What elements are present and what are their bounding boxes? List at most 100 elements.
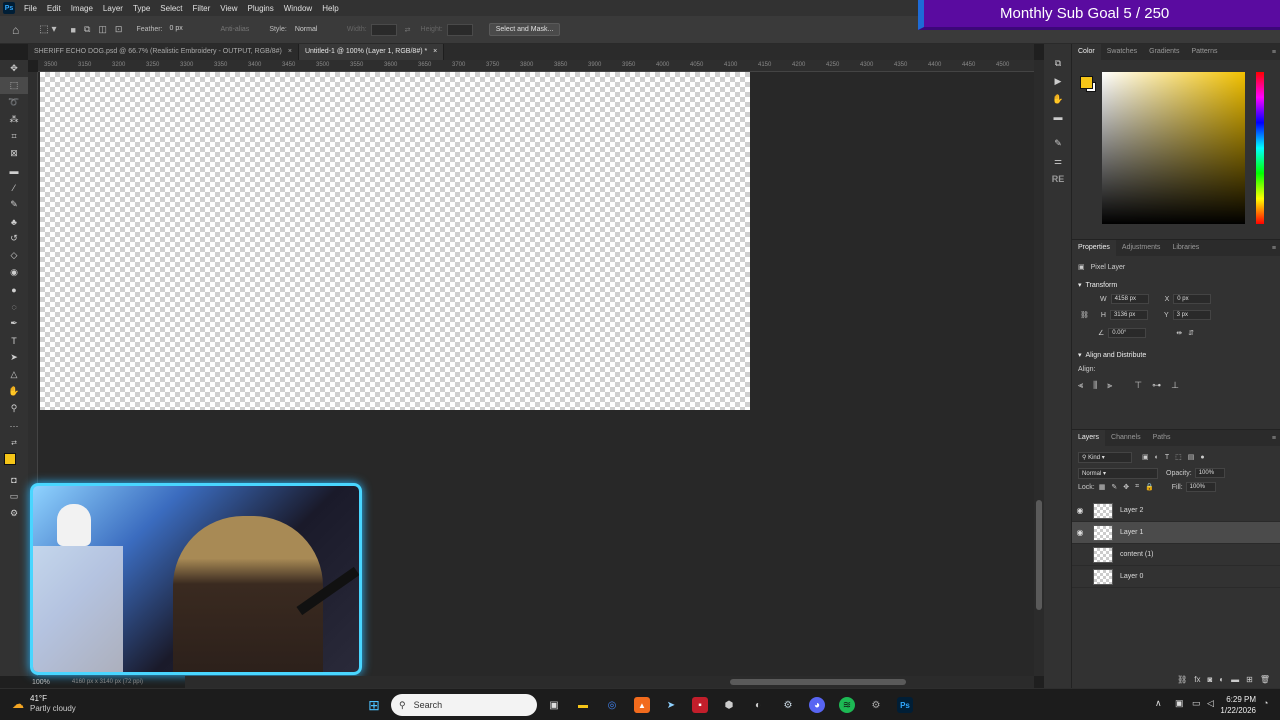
- tab-patterns[interactable]: Patterns: [1185, 44, 1223, 60]
- tab-libraries[interactable]: Libraries: [1166, 240, 1205, 256]
- filter-toggle-icon[interactable]: ●: [1200, 454, 1204, 461]
- quick-mask-icon[interactable]: ◘: [0, 471, 28, 488]
- dodge-tool-icon[interactable]: ◌: [0, 298, 28, 315]
- height-input[interactable]: [446, 23, 473, 36]
- lock-pixels-icon[interactable]: ✎: [1111, 483, 1117, 491]
- path-selection-tool-icon[interactable]: ➤: [0, 349, 28, 366]
- adjust-icon[interactable]: ⚌: [1044, 152, 1072, 170]
- layer-row[interactable]: ◉ Layer 2: [1072, 500, 1280, 522]
- color-swatches[interactable]: [0, 451, 28, 471]
- menu-image[interactable]: Image: [66, 4, 98, 13]
- swap-colors-icon[interactable]: ⇄: [0, 434, 28, 451]
- eyedropper-tool-icon[interactable]: ⁄: [0, 179, 28, 196]
- link-layers-icon[interactable]: ⛓: [1177, 675, 1187, 684]
- swap-dimensions-icon[interactable]: ⇄: [405, 26, 411, 34]
- comments-icon[interactable]: ▬: [1044, 108, 1072, 126]
- add-mask-icon[interactable]: ◙: [1207, 675, 1212, 684]
- select-and-mask-button[interactable]: Select and Mask...: [488, 23, 561, 36]
- eraser-tool-icon[interactable]: ◇: [0, 247, 28, 264]
- link-icon[interactable]: ⛓: [1080, 311, 1089, 319]
- add-selection-icon[interactable]: ⧉: [84, 24, 90, 35]
- flip-vertical-icon[interactable]: ⇵: [1188, 329, 1194, 337]
- frame-tool-icon[interactable]: ⊠: [0, 145, 28, 162]
- transform-section[interactable]: ▾ Transform: [1072, 278, 1280, 292]
- document-canvas[interactable]: [40, 72, 750, 410]
- brush-tool-icon[interactable]: ✎: [0, 196, 28, 213]
- antialias-checkbox[interactable]: Anti-alias: [221, 26, 250, 33]
- width-field[interactable]: 4158 px: [1110, 294, 1149, 304]
- history-brush-tool-icon[interactable]: ↺: [0, 230, 28, 247]
- style-select[interactable]: Normal: [290, 23, 337, 36]
- layer-row[interactable]: content (1): [1072, 544, 1280, 566]
- rectangular-marquee-tool-icon[interactable]: ⬚: [0, 77, 28, 94]
- filter-shape-icon[interactable]: ⬚: [1175, 453, 1182, 461]
- brush-settings-icon[interactable]: ✎: [1044, 134, 1072, 152]
- new-group-icon[interactable]: ▬: [1231, 675, 1239, 684]
- tray-app-icon[interactable]: ▣: [1175, 698, 1184, 709]
- tab-paths[interactable]: Paths: [1147, 430, 1177, 446]
- tab-untitled-1[interactable]: Untitled-1 @ 100% (Layer 1, RGB/8#) * ×: [298, 44, 445, 60]
- layer-name[interactable]: content (1): [1120, 551, 1153, 558]
- crop-tool-icon[interactable]: ⌗: [0, 128, 28, 145]
- panel-menu-icon[interactable]: ≡: [1272, 49, 1276, 56]
- zoom-tool-icon[interactable]: ⚲: [0, 400, 28, 417]
- lock-all-icon[interactable]: 🔒: [1145, 483, 1154, 491]
- taskbar-search[interactable]: ⚲ Search: [391, 694, 537, 716]
- new-layer-icon[interactable]: ⊞: [1246, 675, 1253, 684]
- app-gear-icon[interactable]: ⚙: [868, 697, 884, 713]
- photoshop-logo-icon[interactable]: Ps: [3, 2, 15, 14]
- lock-position-icon[interactable]: ✥: [1123, 483, 1129, 491]
- intersect-selection-icon[interactable]: ⊡: [115, 24, 123, 35]
- tray-chevron-icon[interactable]: ∧: [1155, 698, 1162, 709]
- lock-artboard-icon[interactable]: ⌗: [1135, 483, 1139, 491]
- discord-icon[interactable]: ◕: [809, 697, 825, 713]
- subtract-selection-icon[interactable]: ◫: [98, 24, 107, 35]
- vertical-scroll-thumb[interactable]: [1036, 500, 1042, 610]
- layer-filter-select[interactable]: ⚲ Kind ▾: [1078, 451, 1132, 463]
- menu-plugins[interactable]: Plugins: [243, 4, 279, 13]
- weather-widget[interactable]: ☁ 41°F Partly cloudy: [12, 694, 76, 714]
- width-input[interactable]: [370, 23, 397, 36]
- actions-play-icon[interactable]: ▶: [1044, 72, 1072, 90]
- feather-input[interactable]: 0 px: [167, 24, 201, 36]
- layer-row-selected[interactable]: ◉ Layer 1: [1072, 522, 1280, 544]
- blur-tool-icon[interactable]: ●: [0, 281, 28, 298]
- layer-name[interactable]: Layer 1: [1120, 529, 1143, 536]
- filter-adjustment-icon[interactable]: ◐: [1155, 454, 1159, 461]
- menu-select[interactable]: Select: [155, 4, 187, 13]
- tab-adjustments[interactable]: Adjustments: [1116, 240, 1167, 256]
- align-section[interactable]: ▾ Align and Distribute: [1072, 348, 1280, 362]
- align-left-icon[interactable]: ⫷: [1078, 380, 1083, 391]
- menu-layer[interactable]: Layer: [98, 4, 128, 13]
- paint-bucket-tool-icon[interactable]: ◉: [0, 264, 28, 281]
- generative-icon[interactable]: ⚙: [0, 505, 28, 522]
- clock[interactable]: 6:29 PM 1/22/2026: [1212, 694, 1256, 716]
- lasso-tool-icon[interactable]: ➰: [0, 94, 28, 111]
- menu-type[interactable]: Type: [128, 4, 155, 13]
- re-plugin-icon[interactable]: RE: [1044, 170, 1072, 188]
- tab-sheriff-echo-dog[interactable]: SHERIFF ECHO DOG.psd @ 66.7% (Realistic …: [28, 44, 299, 60]
- menu-filter[interactable]: Filter: [188, 4, 216, 13]
- photoshop-taskbar-icon[interactable]: Ps: [897, 697, 913, 713]
- hand-tool-icon[interactable]: ✋: [0, 383, 28, 400]
- panel-menu-icon[interactable]: ≡: [1272, 435, 1276, 442]
- glyphs-icon[interactable]: ✋: [1044, 90, 1072, 108]
- lock-transparent-icon[interactable]: ▦: [1099, 483, 1106, 491]
- app-cube-icon[interactable]: ⬢: [721, 697, 737, 713]
- delete-layer-icon[interactable]: 🗑: [1260, 675, 1270, 684]
- align-middle-icon[interactable]: ⊶: [1152, 380, 1161, 391]
- filter-type-icon[interactable]: T: [1165, 454, 1169, 461]
- foreground-color-swatch[interactable]: [4, 453, 16, 465]
- spotify-icon[interactable]: ≋: [839, 697, 855, 713]
- x-field[interactable]: 0 px: [1173, 294, 1212, 304]
- horizontal-scrollbar[interactable]: [185, 676, 1034, 688]
- menu-file[interactable]: File: [19, 4, 42, 13]
- home-icon[interactable]: ⌂: [12, 23, 19, 37]
- y-field[interactable]: 3 px: [1172, 310, 1211, 320]
- clone-stamp-tool-icon[interactable]: ♣: [0, 213, 28, 230]
- angle-field[interactable]: 0.00°: [1108, 328, 1147, 338]
- app-orange-icon[interactable]: ▲: [634, 697, 650, 713]
- blend-mode-select[interactable]: Normal ▾: [1078, 467, 1158, 479]
- network-icon[interactable]: ▭: [1192, 698, 1201, 709]
- windows-start-icon[interactable]: ⊞: [366, 697, 382, 713]
